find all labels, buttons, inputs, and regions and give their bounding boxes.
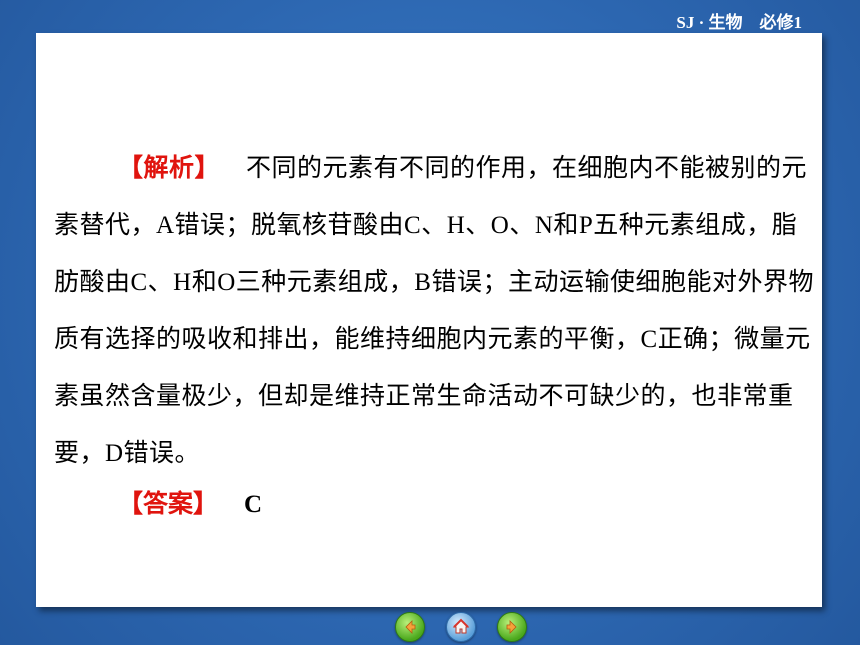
answer-tag: 【答案】 (118, 491, 219, 518)
answer-value: C (244, 491, 263, 518)
course-label: SJ · 生物 必修1 (676, 13, 802, 32)
right-arrow-icon (506, 620, 517, 634)
analysis-tag: 【解析】 (118, 155, 221, 182)
prev-button[interactable] (395, 612, 425, 642)
home-button[interactable] (446, 612, 476, 642)
next-button[interactable] (497, 612, 527, 642)
analysis-text: 不同的元素有不同的作用，在细胞内不能被别的元素替代，A错误；脱氧核苷酸由C、H、… (54, 155, 814, 467)
left-arrow-icon (405, 620, 416, 634)
analysis-paragraph: 【解析】 不同的元素有不同的作用，在细胞内不能被别的元素替代，A错误；脱氧核苷酸由… (54, 140, 814, 482)
answer-line: 【答案】 C (118, 476, 262, 533)
home-icon (452, 618, 470, 634)
